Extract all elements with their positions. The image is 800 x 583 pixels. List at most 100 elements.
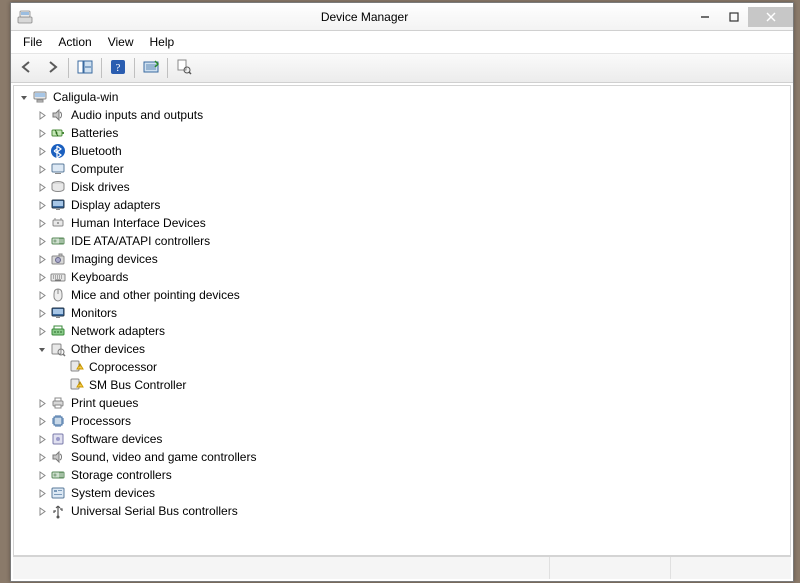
- device-manager-window: Device Manager File Action View Help ? C…: [10, 2, 794, 582]
- tree-node[interactable]: Audio inputs and outputs: [16, 106, 790, 124]
- tree-node[interactable]: Keyboards: [16, 268, 790, 286]
- tree-node-label[interactable]: IDE ATA/ATAPI controllers: [70, 232, 211, 250]
- expand-icon[interactable]: [36, 451, 48, 463]
- tree-node-label[interactable]: Audio inputs and outputs: [70, 106, 204, 124]
- tree-node-label[interactable]: Computer: [70, 160, 125, 178]
- tree-node-label[interactable]: SM Bus Controller: [88, 376, 187, 394]
- minimize-button[interactable]: [690, 7, 719, 27]
- scan-button[interactable]: [139, 56, 163, 80]
- collapse-icon[interactable]: [36, 343, 48, 355]
- tree-node[interactable]: Storage controllers: [16, 466, 790, 484]
- menu-file[interactable]: File: [15, 34, 50, 50]
- warning-device-icon: !: [68, 359, 84, 375]
- expand-icon[interactable]: [36, 145, 48, 157]
- tree-node[interactable]: Processors: [16, 412, 790, 430]
- imaging-icon: [50, 251, 66, 267]
- expand-icon[interactable]: [36, 415, 48, 427]
- expand-icon[interactable]: [36, 217, 48, 229]
- expand-icon[interactable]: [36, 469, 48, 481]
- printer-icon: [50, 395, 66, 411]
- expand-icon[interactable]: [36, 397, 48, 409]
- tree-node[interactable]: Monitors: [16, 304, 790, 322]
- tree-node[interactable]: Imaging devices: [16, 250, 790, 268]
- storage-icon: [50, 467, 66, 483]
- tree-node-label[interactable]: Display adapters: [70, 196, 161, 214]
- menu-help[interactable]: Help: [142, 34, 183, 50]
- tree-node[interactable]: !SM Bus Controller: [16, 376, 790, 394]
- tree-node[interactable]: Caligula-win: [16, 88, 790, 106]
- forward-button[interactable]: [40, 56, 64, 80]
- maximize-button[interactable]: [719, 7, 748, 27]
- help-button[interactable]: ?: [106, 56, 130, 80]
- tree-node[interactable]: Computer: [16, 160, 790, 178]
- tree-node-label[interactable]: Monitors: [70, 304, 118, 322]
- window-controls: [690, 7, 793, 27]
- tree-node-label[interactable]: Bluetooth: [70, 142, 123, 160]
- status-panel-mid: [550, 557, 671, 579]
- close-button[interactable]: [748, 7, 793, 27]
- expand-icon[interactable]: [36, 487, 48, 499]
- back-icon: [20, 60, 34, 77]
- tree-node-label[interactable]: Other devices: [70, 340, 146, 358]
- tree-node[interactable]: Print queues: [16, 394, 790, 412]
- computer-small-icon: [50, 161, 66, 177]
- tree-node[interactable]: Sound, video and game controllers: [16, 448, 790, 466]
- expand-icon[interactable]: [36, 181, 48, 193]
- expand-icon[interactable]: [36, 235, 48, 247]
- collapse-icon[interactable]: [18, 91, 30, 103]
- bluetooth-icon: [50, 143, 66, 159]
- tree-node[interactable]: Bluetooth: [16, 142, 790, 160]
- expand-icon[interactable]: [36, 109, 48, 121]
- properties-button[interactable]: [172, 56, 196, 80]
- tree-node-label[interactable]: Universal Serial Bus controllers: [70, 502, 239, 520]
- menu-view[interactable]: View: [100, 34, 142, 50]
- tree-node[interactable]: !Coprocessor: [16, 358, 790, 376]
- expand-icon[interactable]: [36, 271, 48, 283]
- svg-text:?: ?: [116, 62, 121, 74]
- tree-node-label[interactable]: Mice and other pointing devices: [70, 286, 241, 304]
- audio-icon: [50, 107, 66, 123]
- warning-device-icon: !: [68, 377, 84, 393]
- expand-icon[interactable]: [36, 253, 48, 265]
- tree-node[interactable]: Other devices: [16, 340, 790, 358]
- menu-action[interactable]: Action: [50, 34, 99, 50]
- expand-icon[interactable]: [36, 163, 48, 175]
- expand-icon[interactable]: [36, 307, 48, 319]
- tree-node-label[interactable]: Human Interface Devices: [70, 214, 207, 232]
- title-bar[interactable]: Device Manager: [11, 3, 793, 31]
- expand-icon[interactable]: [36, 325, 48, 337]
- tree-node-label[interactable]: Keyboards: [70, 268, 129, 286]
- tree-node[interactable]: Universal Serial Bus controllers: [16, 502, 790, 520]
- tree-node[interactable]: Software devices: [16, 430, 790, 448]
- tree-node[interactable]: Display adapters: [16, 196, 790, 214]
- tree-leaf-spacer: [54, 379, 66, 391]
- tree-node[interactable]: System devices: [16, 484, 790, 502]
- tree-node-label[interactable]: Sound, video and game controllers: [70, 448, 257, 466]
- tree-node-label[interactable]: Caligula-win: [52, 88, 119, 106]
- tree-node[interactable]: Network adapters: [16, 322, 790, 340]
- tree-node[interactable]: Mice and other pointing devices: [16, 286, 790, 304]
- tree-node-label[interactable]: Processors: [70, 412, 132, 430]
- tree-node[interactable]: Batteries: [16, 124, 790, 142]
- tree-node[interactable]: Disk drives: [16, 178, 790, 196]
- show-hide-button[interactable]: [73, 56, 97, 80]
- tree-node-label[interactable]: Batteries: [70, 124, 119, 142]
- tree-node-label[interactable]: System devices: [70, 484, 156, 502]
- back-button[interactable]: [15, 56, 39, 80]
- expand-icon[interactable]: [36, 199, 48, 211]
- tree-node-label[interactable]: Imaging devices: [70, 250, 159, 268]
- tree-node-label[interactable]: Print queues: [70, 394, 139, 412]
- expand-icon[interactable]: [36, 127, 48, 139]
- expand-icon[interactable]: [36, 433, 48, 445]
- tree-node-label[interactable]: Coprocessor: [88, 358, 158, 376]
- tree-node-label[interactable]: Network adapters: [70, 322, 166, 340]
- tree-node-label[interactable]: Software devices: [70, 430, 163, 448]
- expand-icon[interactable]: [36, 289, 48, 301]
- tree-node-label[interactable]: Disk drives: [70, 178, 131, 196]
- tree-node[interactable]: IDE ATA/ATAPI controllers: [16, 232, 790, 250]
- device-tree[interactable]: Caligula-winAudio inputs and outputsBatt…: [13, 85, 791, 556]
- tree-node-label[interactable]: Storage controllers: [70, 466, 173, 484]
- expand-icon[interactable]: [36, 505, 48, 517]
- tree-node[interactable]: Human Interface Devices: [16, 214, 790, 232]
- status-panel-right: [671, 557, 791, 579]
